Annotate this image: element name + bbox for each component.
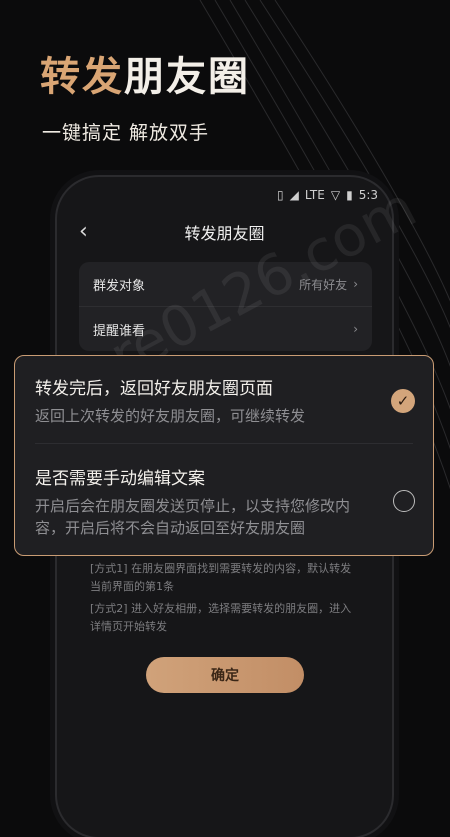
settings-row-target[interactable]: 群发对象 所有好友 › <box>79 262 372 306</box>
option-description: 开启后会在朋友圈发送页停止，以支持您修改内容，开启后将不会自动返回至好友朋友圈 <box>35 497 351 537</box>
promo-headline: 转发朋友圈 <box>40 54 250 100</box>
option-return-to-moments[interactable]: 转发完后，返回好友朋友圈页面 返回上次转发的好友朋友圈，可继续转发 <box>35 374 417 427</box>
option-description: 返回上次转发的好友朋友圈，可继续转发 <box>35 407 306 425</box>
row-label: 群发对象 <box>93 278 146 294</box>
status-bar: ▯ ◢ LTE ▽ ▮ 5:3 <box>277 185 378 205</box>
row-value: › <box>353 322 358 336</box>
signal-icon: ◢ <box>289 188 299 202</box>
back-icon[interactable]: ‹ <box>79 219 88 244</box>
confirm-button[interactable]: 确定 <box>146 657 304 693</box>
usage-hint: [方式1] 在朋友圈界面找到需要转发的内容，默认转发当前界面的第1条 [方式2]… <box>90 560 362 640</box>
wifi-icon: ▽ <box>330 188 341 202</box>
hint-line: [方式2] 进入好友相册，选择需要转发的朋友圈，进入详情页开始转发 <box>90 602 352 633</box>
option-title: 转发完后，返回好友朋友圈页面 <box>35 379 273 399</box>
settings-card: 群发对象 所有好友 › 提醒谁看 › <box>79 262 372 351</box>
row-value-text: 所有好友 <box>299 277 348 292</box>
row-label: 提醒谁看 <box>93 323 146 339</box>
hint-line: [方式1] 在朋友圈界面找到需要转发的内容，默认转发当前界面的第1条 <box>90 562 352 593</box>
radio-unchecked-icon[interactable] <box>393 490 415 512</box>
headline-rest: 朋友圈 <box>124 54 250 100</box>
vibrate-icon: ▯ <box>277 188 284 202</box>
page-title: 转发朋友圈 <box>184 224 265 243</box>
option-title: 是否需要手动编辑文案 <box>35 469 205 489</box>
network-label: LTE <box>304 188 325 202</box>
chevron-right-icon: › <box>353 277 358 291</box>
option-manual-edit[interactable]: 是否需要手动编辑文案 开启后会在朋友圈发送页停止，以支持您修改内容，开启后将不会… <box>35 464 373 539</box>
battery-icon: ▮ <box>346 188 353 202</box>
settings-row-remind[interactable]: 提醒谁看 › <box>79 306 372 351</box>
promo-subline: 一键搞定 解放双手 <box>42 122 210 144</box>
chevron-right-icon: › <box>353 322 358 336</box>
checkmark-icon[interactable]: ✓ <box>391 389 415 413</box>
headline-accent: 转发 <box>40 54 124 100</box>
row-value: 所有好友 › <box>299 276 358 293</box>
status-time: 5:3 <box>358 188 378 202</box>
app-header: ‹ 转发朋友圈 <box>57 217 392 247</box>
options-popup: 转发完后，返回好友朋友圈页面 返回上次转发的好友朋友圈，可继续转发 ✓ 是否需要… <box>14 355 434 556</box>
divider <box>35 443 413 444</box>
